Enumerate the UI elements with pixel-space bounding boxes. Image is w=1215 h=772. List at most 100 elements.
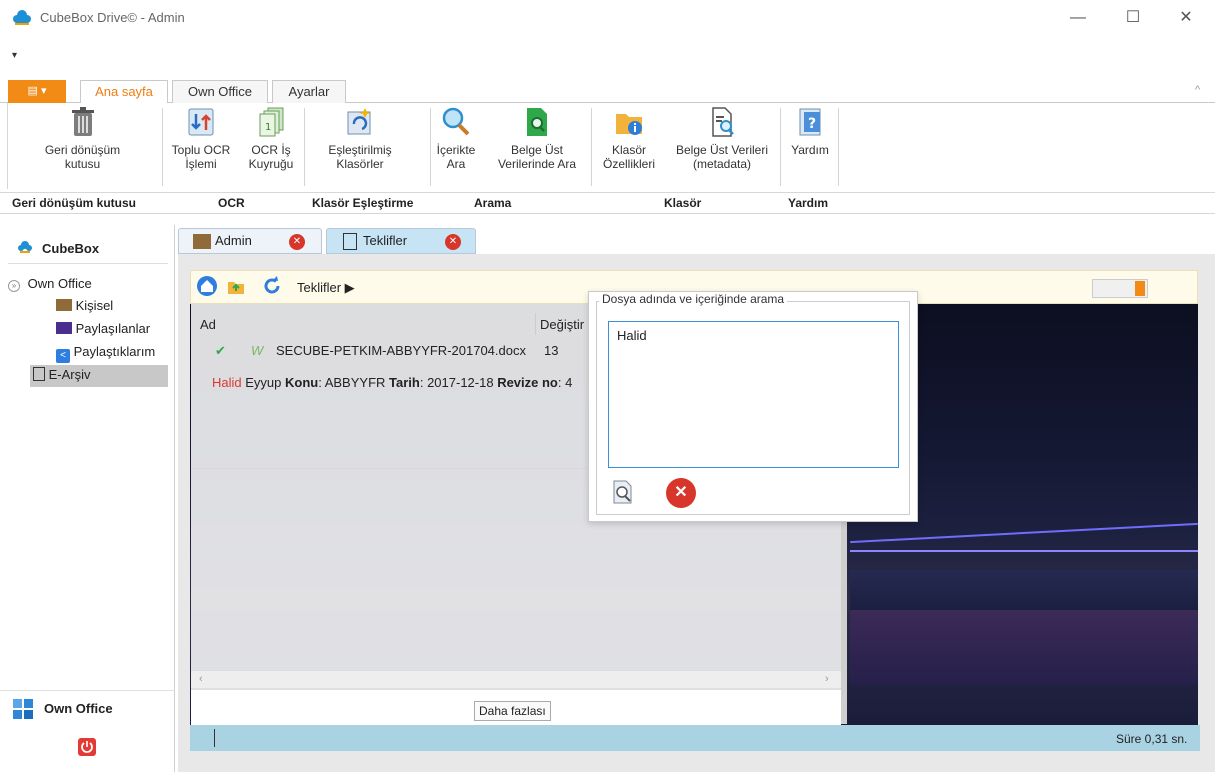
power-icon [81,741,93,753]
file-name: SECUBE-PETKIM-ABBYYFR-201704.docx [276,343,526,358]
column-divider[interactable] [535,313,536,335]
divider [304,108,305,186]
button-label: Geri dönüşüm [44,143,121,157]
up-folder-button[interactable] [227,277,245,295]
tab-ana-sayfa[interactable]: Ana sayfa [80,80,168,105]
bulk-ocr-button[interactable]: Toplu OCR İşlemi [166,106,236,171]
button-label: OCR İş [251,143,291,157]
ocr-queue-icon: 1 [259,107,284,137]
home-button[interactable] [197,276,217,296]
tree-root-own-office[interactable]: » Own Office [8,276,92,292]
search-cancel-button[interactable]: ✕ [666,478,696,508]
horizontal-scrollbar[interactable]: ‹ › [191,670,841,688]
personal-folder-icon [56,299,72,311]
button-label: Ara [446,157,466,171]
svg-text:1: 1 [265,122,271,133]
preview-label: Revize no [497,375,558,390]
cubebox-icon [17,240,33,254]
divider [780,108,781,186]
recycle-bin-button[interactable]: Geri dönüşüm kutusu [30,106,135,171]
metadata-icon [712,107,734,137]
group-label-ocr: OCR [218,196,245,210]
word-doc-icon: W [251,343,264,358]
slider-thumb[interactable] [1135,281,1145,296]
scroll-left-icon[interactable]: ‹ [199,673,203,685]
ocr-queue-button[interactable]: 1 OCR İş Kuyruğu [238,106,304,171]
breadcrumb-current[interactable]: Teklifler ▶ [297,280,355,296]
tree-item-label: Paylaştıklarım [73,344,156,359]
elapsed-time: Süre 0,31 sn. [1116,732,1188,746]
close-button[interactable]: ✕ [1163,4,1209,32]
ribbon-group-labels [0,192,1215,214]
divider [838,108,839,186]
table-row[interactable]: ✔ W SECUBE-PETKIM-ABBYYFR-201704.docx 13 [215,343,595,361]
tab-teklifler[interactable]: Teklifler ✕ [326,228,476,254]
menu-grid-icon: ▤ ▾ [27,85,47,97]
matched-folders-button[interactable]: Eşleştirilmiş Klasörler [310,106,410,171]
file-menu-button[interactable]: ▤ ▾ [8,80,66,103]
archive-icon [343,233,357,250]
tree-item-label: Kişisel [75,298,114,313]
cubebox-logo-icon [12,9,32,27]
button-label: Kuyruğu [248,157,294,171]
tab-close-icon[interactable]: ✕ [289,234,305,250]
divider [591,108,592,186]
button-label: Eşleştirilmiş [328,143,392,157]
help-button[interactable]: ? Yardım [782,106,838,157]
sync-folder-icon [347,108,371,135]
tree-item-paylasilanlar[interactable]: Paylaşılanlar [56,321,150,336]
button-label: Klasör [611,143,646,157]
search-content-button[interactable]: İçerikte Ara [432,106,480,171]
search-document-icon [613,480,632,504]
share-icon: < [56,349,70,363]
maximize-button[interactable]: ☐ [1110,4,1156,32]
windows-logo-icon [12,698,34,720]
help-icon: ? [799,108,821,136]
button-label: kutusu [64,157,101,171]
view-slider[interactable] [1092,279,1148,298]
search-metadata-button[interactable]: Belge Üst Verilerinde Ara [486,106,588,171]
status-divider [214,729,215,747]
popup-title: Dosya adında ve içeriğinde arama [599,292,788,306]
tab-own-office[interactable]: Own Office [172,80,268,104]
tab-close-icon[interactable]: ✕ [445,234,461,250]
tree-item-e-arsiv[interactable]: E-Arşiv [30,365,168,387]
group-label-recycle: Geri dönüşüm kutusu [12,196,137,210]
bridge-lights [850,550,1198,552]
ribbon-collapse-button[interactable]: ^ [1195,84,1200,96]
nav-header-title: CubeBox [42,241,100,256]
own-office-nav-button[interactable]: Own Office [44,701,113,716]
preview-label: Tarih [389,375,420,390]
folder-info-icon [616,114,642,135]
preview-text: Eyyup [241,375,285,390]
document-metadata-button[interactable]: Belge Üst Verileri (metadata) [666,106,778,171]
search-input[interactable]: Halid [608,321,899,468]
quick-access-toolbar-dropdown[interactable]: ▾ [12,50,17,61]
refresh-button[interactable] [262,276,282,296]
button-label: Toplu OCR [171,143,231,157]
tree-item-paylastiklarim[interactable]: < Paylaştıklarım [56,344,155,363]
tree-root-label: Own Office [27,276,92,291]
tab-ayarlar[interactable]: Ayarlar [272,80,346,104]
highlight-text: Halid [212,375,242,390]
search-submit-button[interactable] [611,479,635,505]
tab-label: Teklifler [363,233,408,248]
scroll-right-icon[interactable]: › [825,673,829,685]
preview-text: : 4 [557,375,573,390]
document-search-icon [527,108,547,136]
button-label: Verilerinde Ara [497,157,577,171]
minimize-button[interactable]: — [1055,4,1101,32]
column-header-name[interactable]: Ad [200,317,216,332]
folder-properties-button[interactable]: Klasör Özellikleri [594,106,664,171]
water-reflection [850,610,1198,685]
tree-item-kisisel[interactable]: Kişisel [56,298,113,313]
column-header-modified[interactable]: Değiştir [540,317,584,332]
power-button[interactable] [78,738,96,756]
load-more-button[interactable]: Daha fazlası [474,701,551,721]
group-label-folder: Klasör [664,196,702,210]
group-label-search: Arama [474,196,512,210]
collapse-icon[interactable]: » [8,280,20,292]
trash-icon [71,107,94,136]
home-icon [201,280,213,292]
tab-admin[interactable]: Admin ✕ [178,228,322,254]
